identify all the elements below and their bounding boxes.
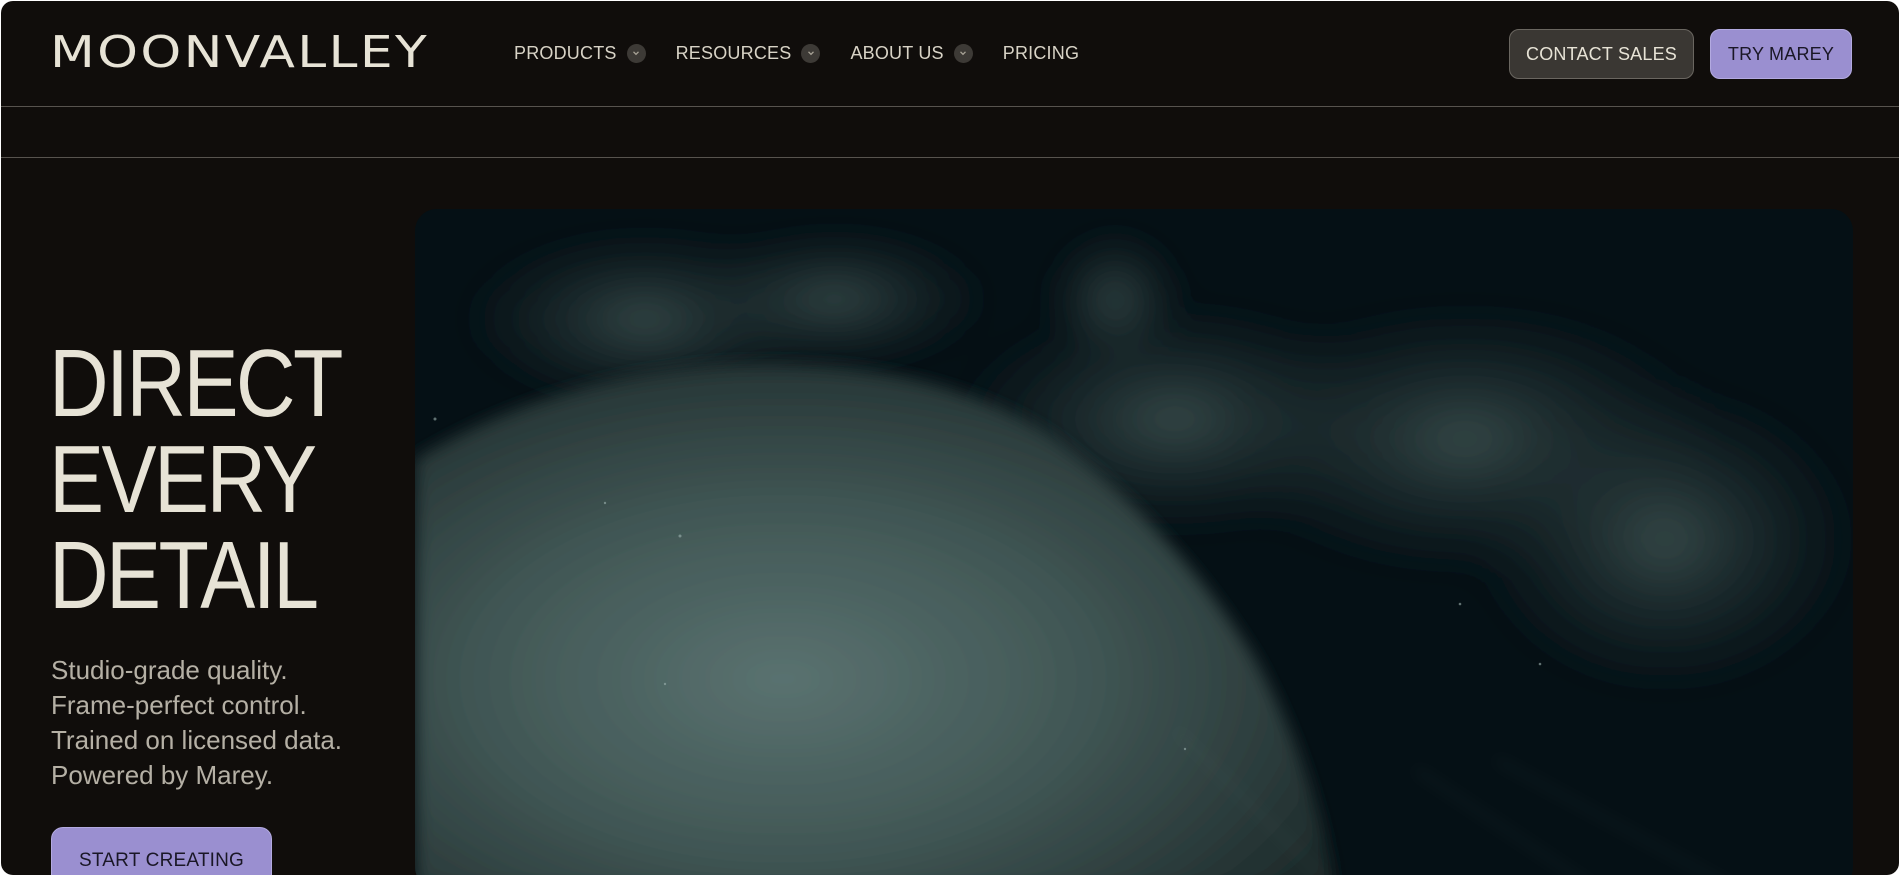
start-creating-button[interactable]: START CREATING bbox=[51, 827, 272, 875]
try-marey-button[interactable]: TRY MAREY bbox=[1710, 29, 1852, 79]
nav-menu: PRODUCTS RESOURCES ABOUT US PRICING bbox=[514, 41, 1109, 65]
headline-line: EVERY bbox=[49, 426, 317, 533]
hero-video[interactable] bbox=[415, 209, 1853, 875]
nav-item-pricing[interactable]: PRICING bbox=[1003, 41, 1079, 65]
chevron-down-icon bbox=[626, 43, 646, 63]
nav-item-label: ABOUT US bbox=[850, 42, 944, 63]
subtitle-line: Frame-perfect control. bbox=[51, 690, 307, 720]
contact-sales-button[interactable]: CONTACT SALES bbox=[1509, 29, 1694, 79]
hero-subtitle: Studio-grade quality. Frame-perfect cont… bbox=[51, 653, 342, 793]
nav-item-about-us[interactable]: ABOUT US bbox=[850, 41, 973, 65]
sub-nav-bar bbox=[1, 107, 1899, 158]
nav-item-label: PRODUCTS bbox=[514, 42, 617, 63]
subtitle-line: Trained on licensed data. bbox=[51, 725, 343, 755]
nav-item-label: RESOURCES bbox=[675, 42, 792, 63]
hero-headline: DIRECT EVERY DETAIL bbox=[49, 330, 343, 629]
nav-item-products[interactable]: PRODUCTS bbox=[514, 41, 646, 65]
nav-item-label: PRICING bbox=[1002, 42, 1080, 63]
moonvalley-logo[interactable]: MOONVALLEY bbox=[50, 31, 429, 75]
chevron-down-icon bbox=[953, 43, 973, 63]
chevron-down-icon bbox=[801, 43, 821, 63]
top-nav: MOONVALLEY PRODUCTS RESOURCES ABOUT US P… bbox=[1, 1, 1899, 107]
subtitle-line: Powered by Marey. bbox=[51, 760, 274, 790]
headline-line: DETAIL bbox=[49, 522, 319, 629]
subtitle-line: Studio-grade quality. bbox=[51, 655, 288, 685]
smoke-planet-illustration bbox=[415, 209, 1853, 875]
page-frame: MOONVALLEY PRODUCTS RESOURCES ABOUT US P… bbox=[1, 1, 1899, 875]
nav-item-resources[interactable]: RESOURCES bbox=[676, 41, 821, 65]
headline-line: DIRECT bbox=[49, 330, 343, 437]
